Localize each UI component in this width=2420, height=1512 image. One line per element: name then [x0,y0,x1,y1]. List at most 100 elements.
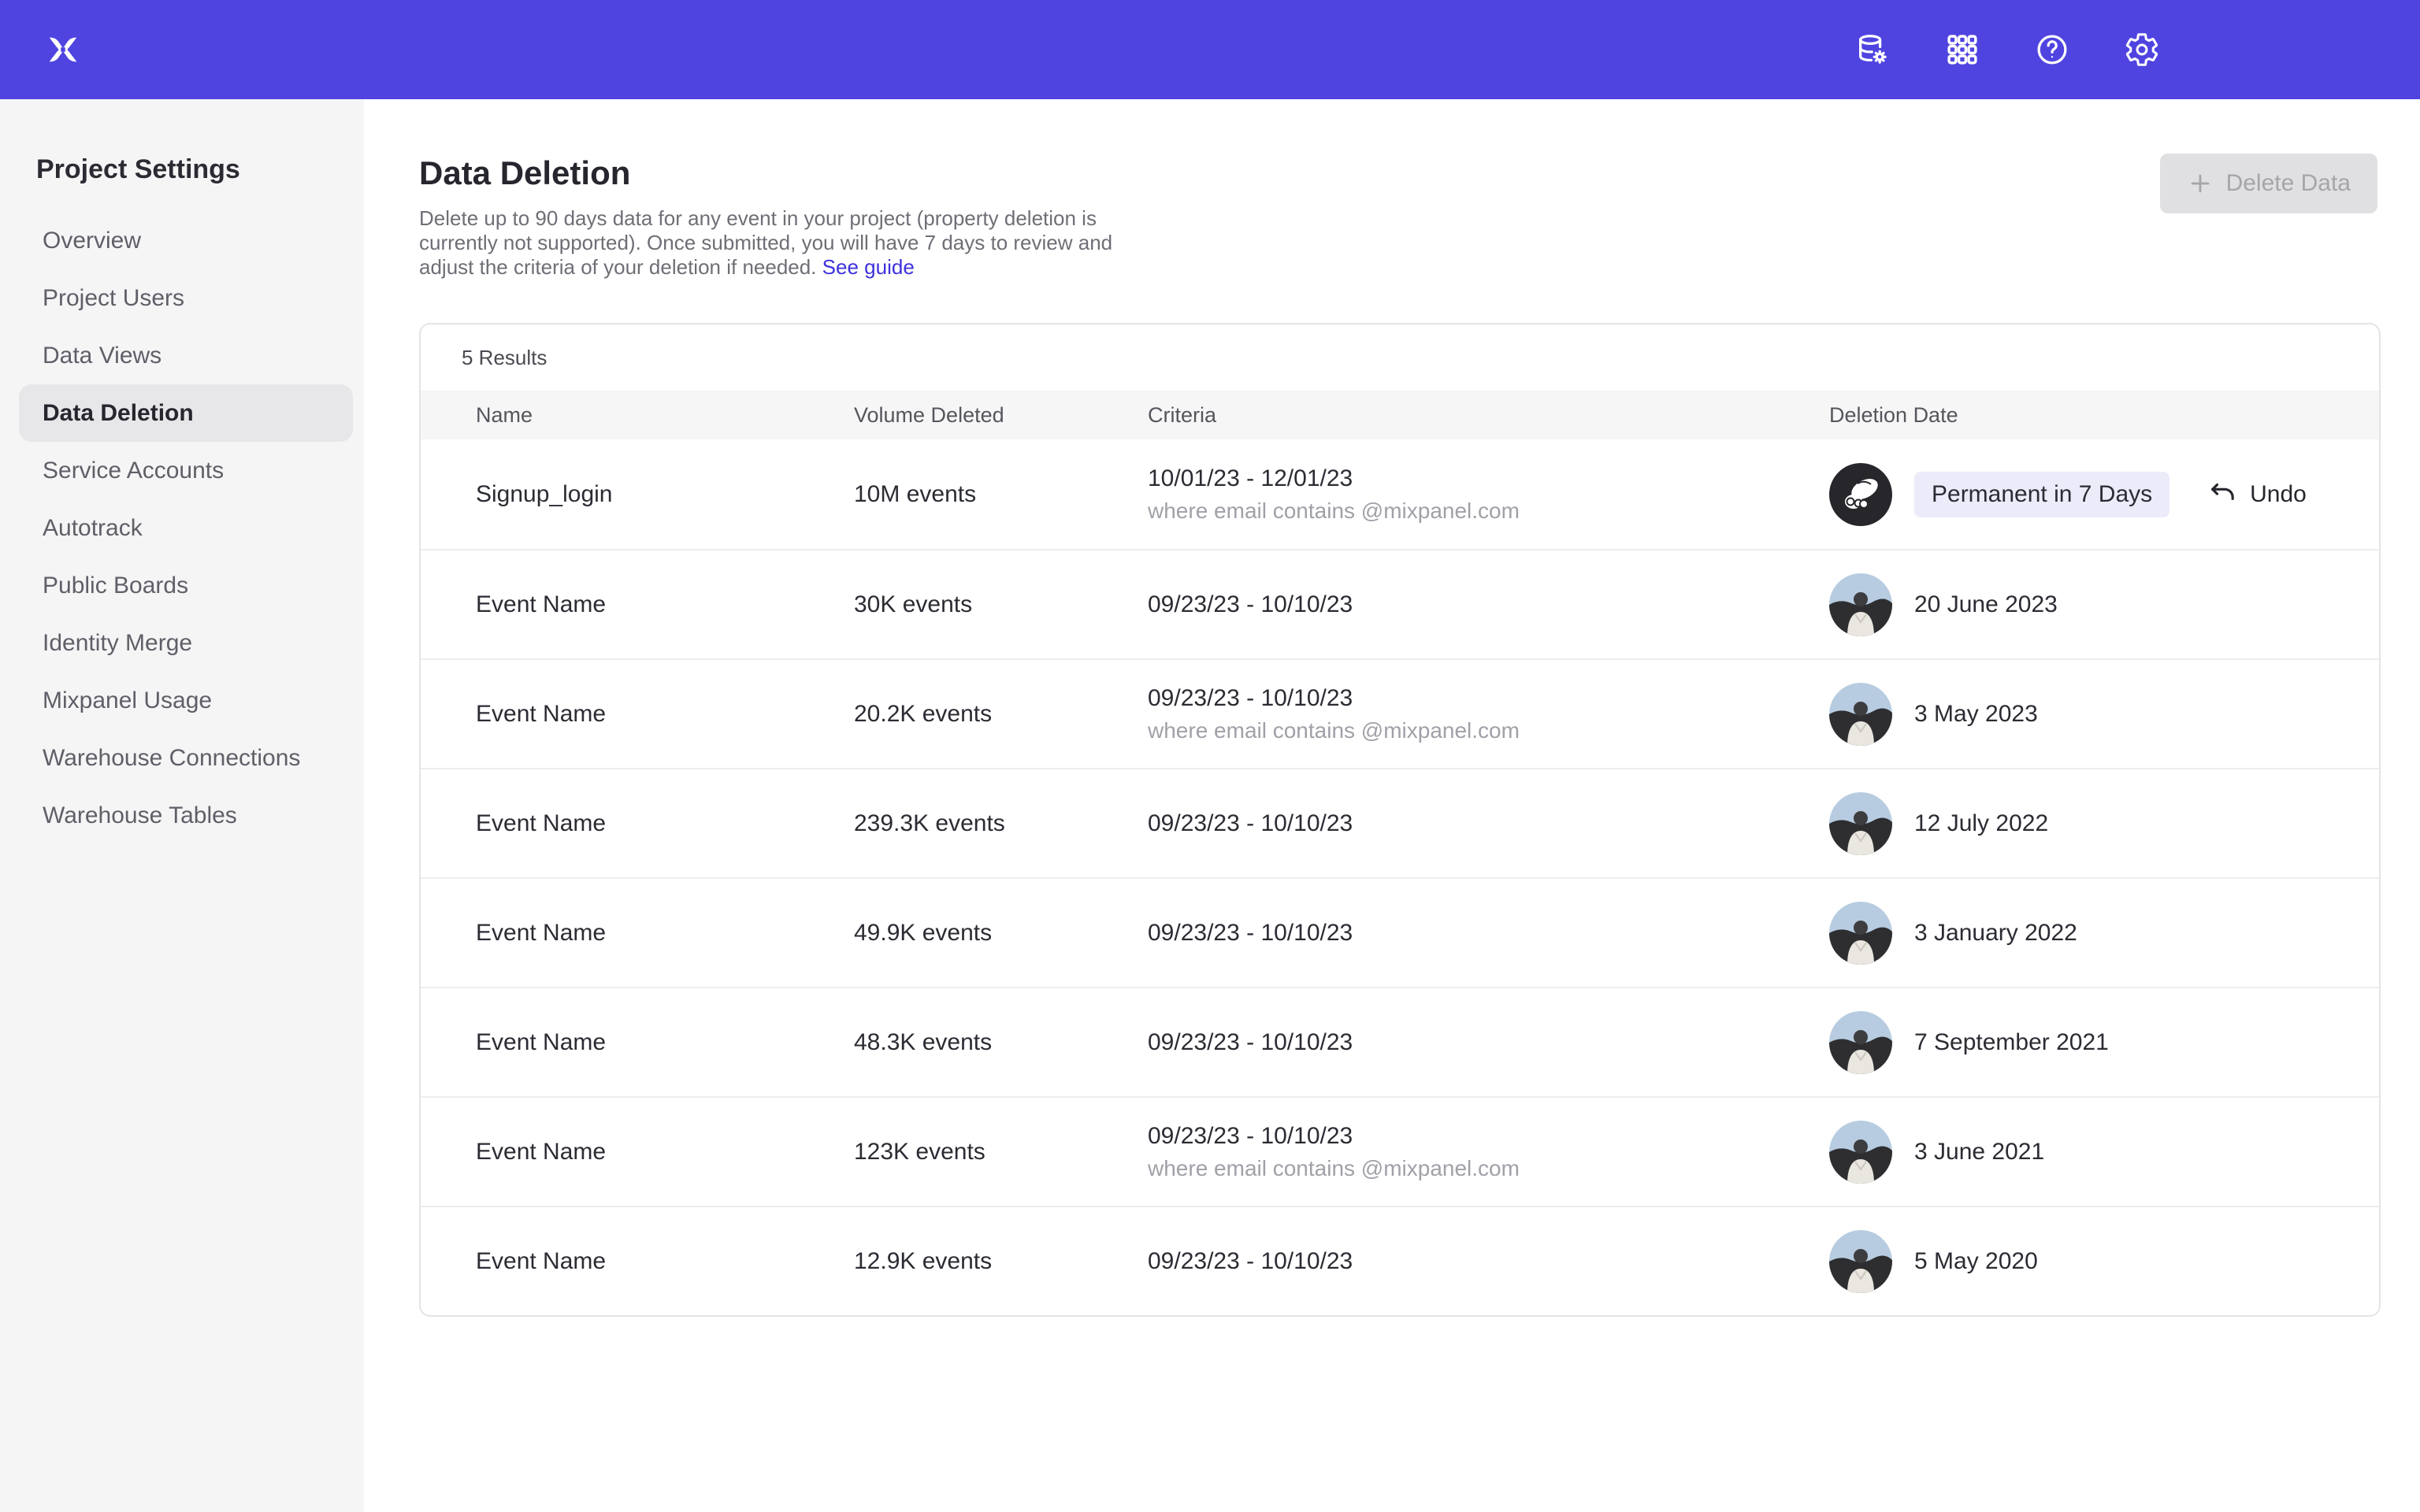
event-name: Event Name [476,701,854,728]
table-row[interactable]: Event Name 30K events 09/23/23 - 10/10/2… [421,549,2379,658]
deletion-date-cell: 3 June 2021 [1829,1121,2379,1184]
table-header: Name Volume Deleted Criteria Deletion Da… [421,391,2379,439]
event-name: Event Name [476,1248,854,1275]
criteria: 09/23/23 - 10/10/23 [1148,591,1829,618]
sidebar-item[interactable]: Warehouse Tables [19,787,353,844]
sidebar: Project Settings Overview Project Users … [0,99,364,1512]
sidebar-item-label: Warehouse Tables [43,802,237,829]
user-avatar [1829,1011,1892,1074]
table-row[interactable]: Event Name 20.2K events 09/23/23 - 10/10… [421,658,2379,768]
criteria: 10/01/23 - 12/01/23 where email contains… [1148,465,1829,524]
event-name: Signup_login [476,481,854,508]
user-avatar [1829,1230,1892,1293]
nav-icon-group [1854,0,2160,99]
table-row[interactable]: Event Name 48.3K events 09/23/23 - 10/10… [421,987,2379,1096]
deletion-date-cell: 5 May 2020 [1829,1230,2379,1293]
sidebar-item-label: Mixpanel Usage [43,687,212,714]
settings-icon[interactable] [2124,32,2160,68]
sidebar-item-label: Data Deletion [43,400,194,427]
mixpanel-logo[interactable] [45,32,81,68]
deletion-date: 12 July 2022 [1914,810,2048,837]
volume-deleted: 49.9K events [854,920,1148,947]
criteria: 09/23/23 - 10/10/23 where email contains… [1148,685,1829,743]
page-header: Data Deletion Delete up to 90 days data … [364,99,2420,280]
apps-grid-icon[interactable] [1944,32,1980,68]
user-avatar [1829,1121,1892,1184]
table-row[interactable]: Signup_login 10M events 10/01/23 - 12/01… [421,439,2379,549]
deletion-date: 3 January 2022 [1914,920,2077,947]
sidebar-item-active[interactable]: Data Deletion [19,384,353,442]
criteria-filter: where email contains @mixpanel.com [1148,498,1829,524]
criteria-date-range: 09/23/23 - 10/10/23 [1148,810,1829,837]
criteria-date-range: 09/23/23 - 10/10/23 [1148,1123,1829,1150]
sidebar-item-label: Overview [43,228,141,254]
event-name: Event Name [476,1139,854,1166]
criteria-date-range: 10/01/23 - 12/01/23 [1148,465,1829,492]
see-guide-link[interactable]: See guide [822,255,915,279]
sidebar-item[interactable]: Mixpanel Usage [19,672,353,729]
delete-data-button[interactable]: Delete Data [2160,154,2377,213]
sidebar-item[interactable]: Data Views [19,327,353,384]
deletion-date: 7 September 2021 [1914,1029,2109,1056]
deletion-date-cell: 20 June 2023 [1829,573,2379,636]
deletion-date-cell: 3 May 2023 [1829,683,2379,746]
sidebar-item[interactable]: Project Users [19,269,353,327]
sidebar-item[interactable]: Service Accounts [19,442,353,499]
sidebar-item-label: Project Users [43,285,184,312]
table-row[interactable]: Event Name 239.3K events 09/23/23 - 10/1… [421,768,2379,877]
sidebar-title: Project Settings [36,154,364,185]
user-avatar [1829,683,1892,746]
sidebar-item[interactable]: Public Boards [19,557,353,614]
sidebar-items: Overview Project Users Data Views Data D… [0,212,364,844]
volume-deleted: 48.3K events [854,1029,1148,1056]
volume-deleted: 30K events [854,591,1148,618]
deletion-date: 3 June 2021 [1914,1139,2044,1166]
col-header-deletion-date: Deletion Date [1829,403,2379,428]
volume-deleted: 12.9K events [854,1248,1148,1275]
table-row[interactable]: Event Name 12.9K events 09/23/23 - 10/10… [421,1206,2379,1315]
user-avatar [1829,573,1892,636]
sidebar-item-label: Autotrack [43,515,143,542]
deletion-date-cell: Permanent in 7 Days Undo [1829,463,2379,526]
user-avatar [1829,902,1892,965]
sidebar-item[interactable]: Identity Merge [19,614,353,672]
main-content: Data Deletion Delete up to 90 days data … [364,99,2420,1512]
sidebar-item[interactable]: Autotrack [19,499,353,557]
user-avatar [1829,463,1892,526]
criteria: 09/23/23 - 10/10/23 [1148,1029,1829,1056]
undo-button[interactable]: Undo [2207,479,2307,510]
volume-deleted: 10M events [854,481,1148,508]
table-row[interactable]: Event Name 49.9K events 09/23/23 - 10/10… [421,877,2379,987]
sidebar-item[interactable]: Overview [19,212,353,269]
event-name: Event Name [476,920,854,947]
col-header-volume: Volume Deleted [854,403,1148,428]
data-connections-icon[interactable] [1854,32,1891,68]
sidebar-item-label: Data Views [43,343,161,369]
criteria-date-range: 09/23/23 - 10/10/23 [1148,591,1829,618]
results-count: 5 Results [421,324,2379,391]
help-icon[interactable] [2034,32,2070,68]
criteria: 09/23/23 - 10/10/23 where email contains… [1148,1123,1829,1181]
sidebar-item-label: Warehouse Connections [43,745,300,772]
sidebar-item[interactable]: Warehouse Connections [19,729,353,787]
table-body: Signup_login 10M events 10/01/23 - 12/01… [421,439,2379,1315]
delete-data-label: Delete Data [2226,170,2351,197]
page-description: Delete up to 90 days data for any event … [419,206,1128,280]
deletion-date-cell: 3 January 2022 [1829,902,2379,965]
deletion-date-cell: 7 September 2021 [1829,1011,2379,1074]
criteria-filter: where email contains @mixpanel.com [1148,718,1829,743]
undo-icon [2207,479,2239,510]
top-navbar [0,0,2420,99]
user-avatar [1829,792,1892,855]
col-header-name: Name [476,403,854,428]
sidebar-item-label: Service Accounts [43,458,224,484]
criteria-date-range: 09/23/23 - 10/10/23 [1148,920,1829,947]
event-name: Event Name [476,591,854,618]
volume-deleted: 20.2K events [854,701,1148,728]
deletion-date: 3 May 2023 [1914,701,2038,728]
event-name: Event Name [476,1029,854,1056]
deletion-date: 5 May 2020 [1914,1248,2038,1275]
event-name: Event Name [476,810,854,837]
table-row[interactable]: Event Name 123K events 09/23/23 - 10/10/… [421,1096,2379,1206]
criteria-filter: where email contains @mixpanel.com [1148,1156,1829,1181]
